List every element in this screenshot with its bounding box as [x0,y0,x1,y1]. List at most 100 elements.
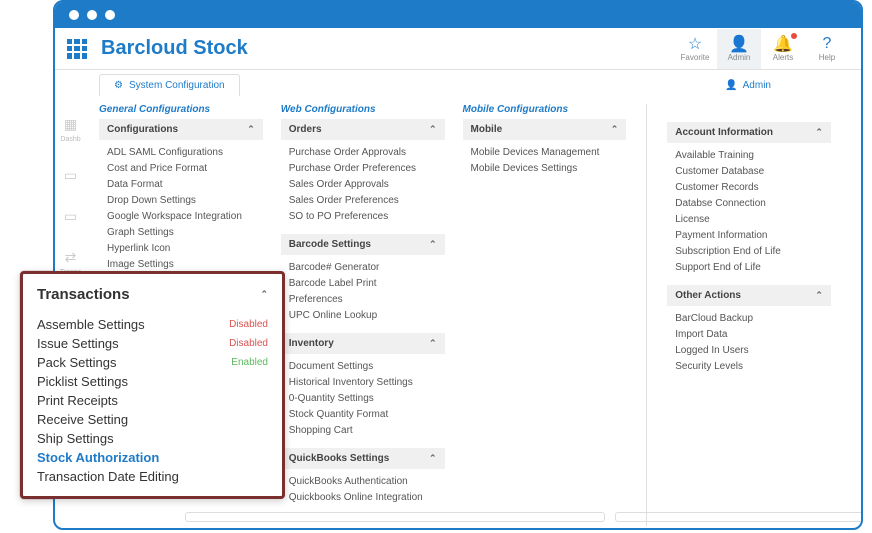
window-dot[interactable] [87,10,97,20]
list-item[interactable]: Image Settings [103,256,263,272]
panel-head-mobile[interactable]: Mobile⌃ [463,119,627,140]
list-item[interactable]: Payment Information [671,227,831,243]
list-item[interactable]: Support End of Life [671,259,831,275]
panel-head-account-info[interactable]: Account Information⌃ [667,122,831,143]
list-item[interactable]: Graph Settings [103,224,263,240]
list-item[interactable]: Sales Order Preferences [285,192,445,208]
callout-item[interactable]: Print Receipts [37,391,268,410]
list-item[interactable]: Barcode Label Print [285,275,445,291]
panel-items-account-info: Available TrainingCustomer DatabaseCusto… [667,143,831,281]
list-item[interactable]: License [671,211,831,227]
list-item[interactable]: Available Training [671,147,831,163]
callout-item-label: Assemble Settings [37,317,145,332]
col-account: Account Information⌃ Available TrainingC… [667,104,831,526]
tab-system-configuration[interactable]: ⚙System Configuration [99,74,240,96]
list-item[interactable]: ADL SAML Configurations [103,144,263,160]
callout-item-label: Print Receipts [37,393,118,408]
left-rail: ▦Dashb ▭ ▭ ⇄Transa [53,68,88,276]
help-button[interactable]: ?Help [805,29,849,69]
list-item[interactable]: Customer Records [671,179,831,195]
list-item[interactable]: Purchase Order Approvals [285,144,445,160]
rail-item[interactable]: ▭ [64,208,77,225]
callout-item[interactable]: Ship Settings [37,429,268,448]
panel-head-quickbooks[interactable]: QuickBooks Settings⌃ [281,448,445,469]
doc-icon: ▭ [64,167,77,184]
list-item[interactable]: QuickBooks Authentication [285,473,445,489]
tab-admin[interactable]: 👤Admin [711,74,831,96]
list-item[interactable]: Barcode# Generator [285,259,445,275]
chevron-up-icon: ⌃ [429,453,437,464]
list-item[interactable]: Historical Inventory Settings [285,374,445,390]
callout-item[interactable]: Receive Setting [37,410,268,429]
callout-head[interactable]: Transactions⌃ [37,286,268,303]
panel-items-quickbooks: QuickBooks AuthenticationQuickbooks Onli… [281,469,445,511]
callout-item-label: Picklist Settings [37,374,128,389]
callout-item[interactable]: Issue SettingsDisabled [37,334,268,353]
list-item[interactable]: Databse Connection [671,195,831,211]
list-item[interactable]: Mobile Devices Management [467,144,627,160]
list-item[interactable]: Customer Database [671,163,831,179]
list-item[interactable]: BarCloud Backup [671,310,831,326]
window-dot[interactable] [69,10,79,20]
chevron-up-icon: ⌃ [429,124,437,135]
footer-box [185,512,605,522]
callout-item[interactable]: Assemble SettingsDisabled [37,315,268,334]
footer-box [615,512,863,522]
admin-button[interactable]: 👤Admin [717,29,761,69]
favorite-button[interactable]: ☆Favorite [673,29,717,69]
callout-items: Assemble SettingsDisabledIssue SettingsD… [37,315,268,486]
alerts-button[interactable]: 🔔Alerts [761,29,805,69]
list-item[interactable]: Subscription End of Life [671,243,831,259]
callout-item-label: Transaction Date Editing [37,469,179,484]
list-item[interactable]: Data Format [103,176,263,192]
section-title-general: General Configurations [99,104,263,115]
list-item[interactable]: SO to PO Preferences [285,208,445,224]
list-item[interactable]: Drop Down Settings [103,192,263,208]
list-item[interactable]: Google Workspace Integration [103,208,263,224]
list-item[interactable]: Stock Quantity Format [285,406,445,422]
status-badge: Disabled [229,338,268,349]
list-item[interactable]: Shopping Cart [285,422,445,438]
list-item[interactable]: 0-Quantity Settings [285,390,445,406]
list-item[interactable]: Import Data [671,326,831,342]
col-mobile: Mobile Configurations Mobile⌃ Mobile Dev… [463,104,627,526]
list-item[interactable]: UPC Online Lookup [285,307,445,323]
callout-item-label: Receive Setting [37,412,128,427]
chevron-up-icon: ⌃ [611,124,619,135]
chevron-up-icon: ⌃ [815,290,823,301]
panel-head-other-actions[interactable]: Other Actions⌃ [667,285,831,306]
callout-item[interactable]: Pack Settings Enabled [37,353,268,372]
list-item[interactable]: Security Levels [671,358,831,374]
list-item[interactable]: Mobile Devices Settings [467,160,627,176]
status-badge: Enabled [231,357,268,368]
person-icon: 👤 [725,80,737,91]
list-item[interactable]: Document Settings [285,358,445,374]
panel-head-inventory[interactable]: Inventory⌃ [281,333,445,354]
tabs-row: ⚙System Configuration 👤Admin [55,70,861,96]
list-item[interactable]: Quickbooks Online Integration [285,489,445,505]
apps-grid-icon[interactable] [67,39,87,59]
gear-icon: ⚙ [114,80,123,91]
help-icon: ? [823,35,832,53]
panel-head-barcode[interactable]: Barcode Settings⌃ [281,234,445,255]
callout-item[interactable]: Picklist Settings [37,372,268,391]
window-dot[interactable] [105,10,115,20]
transactions-callout: Transactions⌃ Assemble SettingsDisabledI… [20,271,285,499]
list-item[interactable]: Sales Order Approvals [285,176,445,192]
panel-items-inventory: Document SettingsHistorical Inventory Se… [281,354,445,444]
panel-head-configurations[interactable]: Configurations⌃ [99,119,263,140]
dashboard-icon: ▦ [64,116,77,133]
list-item[interactable]: Logged In Users [671,342,831,358]
rail-dashboard[interactable]: ▦Dashb [60,116,80,143]
callout-item-label: Pack Settings [37,355,117,370]
list-item[interactable]: Preferences [285,291,445,307]
panel-head-orders[interactable]: Orders⌃ [281,119,445,140]
callout-item[interactable]: Stock Authorization [37,448,268,467]
callout-item[interactable]: Transaction Date Editing [37,467,268,486]
doc-icon: ▭ [64,208,77,225]
panel-items-barcode: Barcode# GeneratorBarcode Label PrintPre… [281,255,445,329]
list-item[interactable]: Hyperlink Icon [103,240,263,256]
list-item[interactable]: Cost and Price Format [103,160,263,176]
rail-item[interactable]: ▭ [64,167,77,184]
list-item[interactable]: Purchase Order Preferences [285,160,445,176]
